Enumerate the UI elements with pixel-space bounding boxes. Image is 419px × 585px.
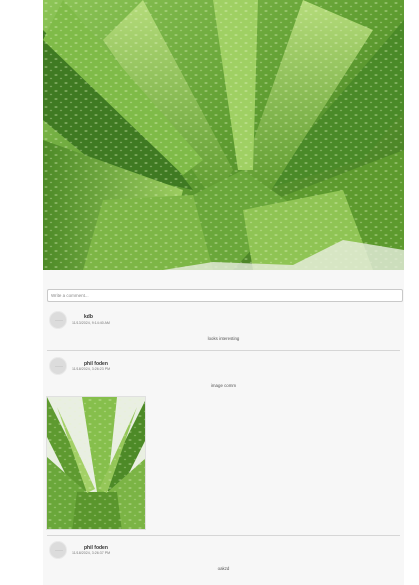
aloe-plant-image xyxy=(43,0,404,270)
user-avatar-icon[interactable] xyxy=(49,541,67,559)
user-avatar-icon[interactable] xyxy=(49,311,67,329)
comment-divider xyxy=(47,350,400,351)
comment-timestamp: 11/18/2024, 3:26:37 PM xyxy=(72,551,111,555)
comment-timestamp: 11/13/2024, 9:14:40 AM xyxy=(72,321,110,325)
comment-text: oakzd xyxy=(217,566,230,571)
comment-text: looks interesting xyxy=(207,336,240,341)
comment-text: image comm xyxy=(210,383,237,388)
user-avatar-icon[interactable] xyxy=(49,357,67,375)
comment-timestamp: 11/18/2024, 3:26:23 PM xyxy=(72,367,111,371)
comment-input[interactable]: Write a comment... xyxy=(47,289,403,302)
comment-attached-image[interactable] xyxy=(46,396,146,530)
post-card: Write a comment... kdb 11/13/2024, 9:14:… xyxy=(43,0,404,585)
post-image[interactable] xyxy=(43,0,404,270)
aloe-thumbnail-image xyxy=(47,397,145,529)
comment-author[interactable]: kdb xyxy=(84,314,93,320)
comment-divider xyxy=(47,535,400,536)
